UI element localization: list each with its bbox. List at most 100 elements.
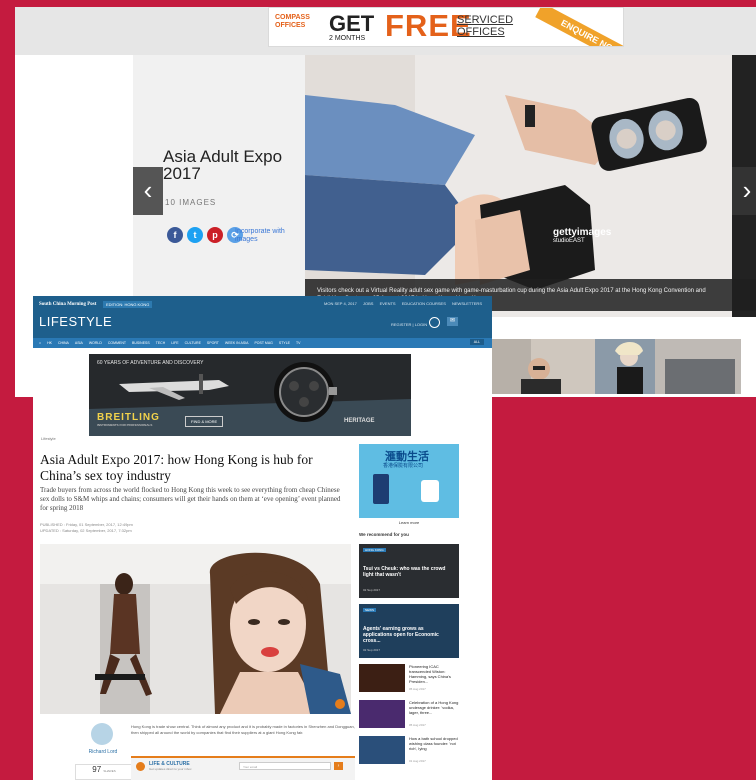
recommended-row[interactable]: Pioneering ICAC transcended Wiston: Hamm… bbox=[359, 664, 459, 696]
thumbnail-man-photo bbox=[491, 339, 611, 394]
rec-thumbnail bbox=[359, 736, 405, 764]
rec-date: 01 Aug 2017 bbox=[409, 759, 426, 763]
nav-item[interactable]: HK bbox=[47, 341, 52, 345]
compass-offices-banner-ad[interactable]: COMPASS OFFICES GET 2 MONTHS FREE SERVIC… bbox=[268, 7, 624, 47]
nav-item[interactable]: SPORT bbox=[207, 341, 219, 345]
newsletter-signup: LIFE & CULTURE Get updates direct to you… bbox=[131, 756, 355, 780]
top-link[interactable]: EDUCATION COURSES bbox=[402, 301, 446, 306]
breitling-banner-ad[interactable]: 60 YEARS OF ADVENTURE AND DISCOVERY BREI… bbox=[89, 354, 411, 436]
incorporate-images-link[interactable]: Incorporate with images bbox=[235, 228, 299, 244]
gallery-main-photo: gettyimages studioEAST bbox=[305, 55, 732, 317]
top-links: MON SEP 4, 2017 JOBS EVENTS EDUCATION CO… bbox=[319, 301, 482, 306]
gallery-prev-arrow[interactable]: ‹ bbox=[133, 167, 163, 215]
recommended-card[interactable]: NEWS Agents' earning grows as applicatio… bbox=[359, 604, 459, 658]
getty-logo: gettyimages bbox=[553, 227, 612, 238]
nav-item[interactable]: TV bbox=[296, 341, 300, 345]
nav-item[interactable]: CULTURE bbox=[185, 341, 201, 345]
updated-date: UPDATED : Saturday, 02 September, 2017, … bbox=[40, 528, 132, 533]
breitling-logo: BREITLING INSTRUMENTS FOR PROFESSIONALS bbox=[97, 412, 160, 427]
side-banner-ad[interactable]: 滙動生活 香港保險有限公司 Learn more bbox=[359, 444, 459, 528]
gallery-share-row: f t p ⟳ bbox=[167, 227, 243, 243]
app-icon bbox=[421, 480, 439, 502]
author-name[interactable]: Richard Lord bbox=[75, 749, 131, 755]
nav-item[interactable]: STYLE bbox=[279, 341, 290, 345]
getty-credit-sub: studioEAST bbox=[553, 238, 585, 244]
sex-doll-photo bbox=[40, 544, 351, 714]
scmp-logo[interactable]: South China Morning Post bbox=[39, 302, 96, 307]
nav-item[interactable]: CHINA bbox=[58, 341, 69, 345]
edition-selector[interactable]: EDITION: HONG KONG bbox=[103, 301, 153, 308]
thumbnail-woman-photo bbox=[595, 339, 741, 394]
top-link[interactable]: JOBS bbox=[363, 301, 373, 306]
scmp-header: South China Morning Post EDITION: HONG K… bbox=[33, 296, 492, 338]
ad-find-more-button[interactable]: FIND & MORE bbox=[185, 416, 224, 427]
nav-all-button[interactable]: ALL bbox=[469, 339, 484, 345]
nav-item[interactable]: LIFE bbox=[171, 341, 178, 345]
facebook-icon[interactable]: f bbox=[167, 227, 183, 243]
nav-item[interactable]: COMMENT bbox=[108, 341, 126, 345]
nav-item[interactable]: WORLD bbox=[89, 341, 102, 345]
rec-title: Celebration of a Hong Kong underage drin… bbox=[409, 700, 459, 715]
nav-item[interactable]: POST MAG bbox=[254, 341, 272, 345]
vr-demo-photo bbox=[305, 55, 732, 317]
rec-thumbnail bbox=[359, 664, 405, 692]
rec-date: 02 Sep 2017 bbox=[363, 648, 381, 652]
recommended-row[interactable]: Celebration of a Hong Kong underage drin… bbox=[359, 700, 459, 732]
gallery-next-arrow[interactable]: › bbox=[732, 167, 756, 215]
article-body: Hong Kong is trade show central. Think o… bbox=[131, 724, 355, 735]
side-ad-cta[interactable]: Learn more bbox=[359, 518, 459, 528]
pinterest-icon[interactable]: p bbox=[207, 227, 223, 243]
email-input[interactable]: Your email bbox=[239, 762, 331, 770]
nav-item[interactable]: BUSINESS bbox=[132, 341, 150, 345]
gallery-title: Asia Adult Expo 2017 bbox=[163, 147, 283, 183]
recommended-row[interactable]: How a bath school dropped wishing class … bbox=[359, 736, 459, 768]
newsletter-title: LIFE & CULTURE Get updates direct to you… bbox=[149, 761, 192, 771]
nav-item[interactable]: ASIA bbox=[75, 341, 83, 345]
author-avatar[interactable] bbox=[91, 723, 113, 745]
recommended-card[interactable]: HONG KONG Tsui vs Cheuk: who was the cro… bbox=[359, 544, 459, 598]
nav-item[interactable]: WEEK IN ASIA bbox=[225, 341, 249, 345]
rec-title: How a bath school dropped wishing class … bbox=[409, 736, 458, 751]
twitter-icon[interactable]: t bbox=[187, 227, 203, 243]
article-dates: PUBLISHED : Friday, 01 September, 2017, … bbox=[40, 522, 133, 534]
article-headline: Asia Adult Expo 2017: how Hong Kong is h… bbox=[40, 452, 313, 483]
rec-title: Pioneering ICAC transcended Wiston: Hamm… bbox=[409, 664, 451, 684]
ad-get: GET bbox=[329, 11, 375, 36]
rec-date: 05 Aug 2017 bbox=[409, 723, 426, 727]
rec-date: 02 Sep 2017 bbox=[363, 588, 381, 592]
getty-credit: gettyimages studioEAST bbox=[553, 227, 611, 244]
top-link[interactable]: EVENTS bbox=[380, 301, 396, 306]
gallery-thumbnail[interactable] bbox=[491, 339, 611, 394]
article-standfirst: Trade buyers from across the world flock… bbox=[40, 486, 341, 512]
ad-brand: COMPASS OFFICES bbox=[275, 14, 310, 29]
ad-months: 2 MONTHS bbox=[329, 35, 366, 42]
newsletter-submit-button[interactable]: › bbox=[334, 762, 343, 770]
article-main-photo[interactable] bbox=[40, 544, 351, 714]
phone-graphic bbox=[373, 474, 389, 504]
top-link: MON SEP 4, 2017 bbox=[324, 301, 357, 306]
article-kicker[interactable]: Lifestyle bbox=[41, 436, 56, 441]
section-title[interactable]: LIFESTYLE bbox=[39, 314, 112, 329]
rec-thumbnail bbox=[359, 700, 405, 728]
article-window: South China Morning Post EDITION: HONG K… bbox=[33, 296, 492, 780]
home-icon[interactable]: ⌂ bbox=[39, 341, 41, 345]
ad-brand-name: BREITLING bbox=[97, 412, 160, 423]
ad-model-name: HERITAGE bbox=[344, 418, 375, 424]
newsletter-subtitle: Get updates direct to your inbox bbox=[149, 767, 192, 771]
ad-serviced: SERVICED bbox=[457, 14, 514, 26]
side-ad-sub: 香港保險有限公司 bbox=[383, 463, 424, 469]
search-icon[interactable] bbox=[429, 317, 440, 328]
recommended-heading: We recommend for you bbox=[359, 532, 409, 537]
newsletter-icon[interactable]: ✉ bbox=[447, 317, 458, 326]
rec-title: Tsui vs Cheuk: who was the crowd light t… bbox=[363, 566, 446, 578]
register-login-link[interactable]: REGISTER | LOGIN bbox=[391, 322, 427, 327]
ad-serviced-offices: SERVICED OFFICES bbox=[457, 14, 513, 38]
rec-date: 05 Aug 2017 bbox=[409, 687, 426, 691]
ad-enquire-button[interactable]: ENQUIRE NOW! bbox=[535, 8, 623, 46]
gallery-image-count: 10 IMAGES bbox=[165, 198, 217, 207]
top-link[interactable]: NEWSLETTERS bbox=[452, 301, 482, 306]
newsletter-icon bbox=[136, 762, 145, 771]
nav-item[interactable]: TECH bbox=[156, 341, 166, 345]
gallery-thumbnail[interactable] bbox=[595, 339, 741, 394]
rec-title: Agents' earning grows as applications op… bbox=[363, 626, 439, 644]
